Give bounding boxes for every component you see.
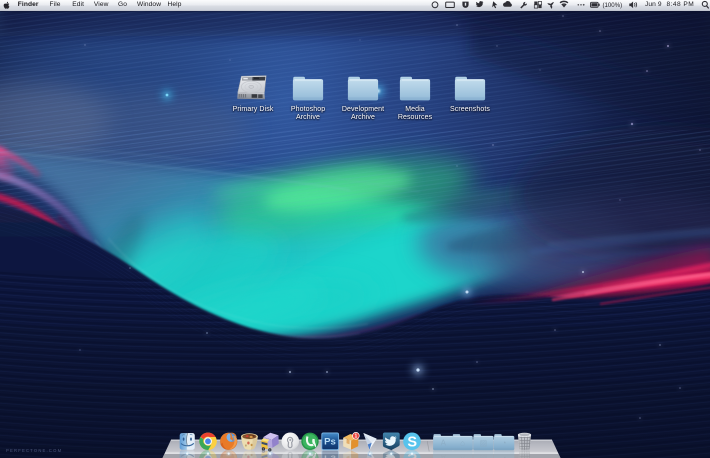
svg-text:S: S [407,434,417,450]
svg-text:(100%): (100%) [603,2,623,9]
svg-text:1: 1 [355,434,358,440]
svg-text:A: A [441,439,447,448]
svg-text:◔: ◔ [502,453,507,458]
svg-text:A: A [441,453,447,458]
svg-text:Ps: Ps [324,437,336,448]
svg-text:▨: ▨ [480,439,488,448]
svg-text:⌂: ⌂ [460,439,465,448]
svg-text:▨: ▨ [480,453,488,458]
svg-text:◔: ◔ [502,439,507,448]
svg-text:⌂: ⌂ [460,453,465,458]
svg-text:Ps: Ps [324,452,336,458]
